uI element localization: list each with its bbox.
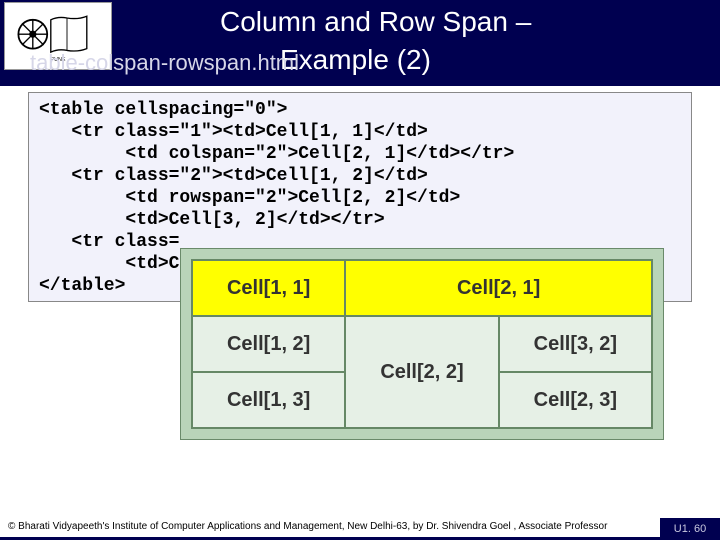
cell-1-1: Cell[1, 1] (192, 260, 345, 316)
cell-1-3: Cell[1, 3] (192, 372, 345, 428)
cell-3-2: Cell[3, 2] (499, 316, 652, 372)
footer-copyright: © Bharati Vidyapeeth's Institute of Comp… (8, 521, 607, 532)
table-row: Cell[1, 2] Cell[2, 2] Cell[3, 2] (192, 316, 652, 372)
cell-2-3: Cell[2, 3] (499, 372, 652, 428)
code-line: <td>Cell[3, 2]</td></tr> (39, 210, 385, 230)
demo-table: Cell[1, 1] Cell[2, 1] Cell[1, 2] Cell[2,… (191, 259, 653, 429)
cell-2-2: Cell[2, 2] (345, 316, 498, 428)
slide-title-line1: Column and Row Span – (220, 6, 531, 38)
code-line: <tr class="1"><td>Cell[1, 1]</td> (39, 122, 428, 142)
code-line: <td>C (39, 254, 179, 274)
example-filename: table-colspan-rowspan.html (30, 50, 299, 76)
code-line: <table cellspacing="0"> (39, 100, 287, 120)
code-line: </table> (39, 276, 125, 296)
code-line: <tr class= (39, 232, 179, 252)
cell-2-1: Cell[2, 1] (345, 260, 652, 316)
header-bar: PUNE Column and Row Span – Example (2) t… (0, 0, 720, 86)
code-line: <td rowspan="2">Cell[2, 2]</td> (39, 188, 460, 208)
slide-title-line2: Example (2) (280, 44, 431, 76)
cell-1-2: Cell[1, 2] (192, 316, 345, 372)
code-line: <td colspan="2">Cell[2, 1]</td></tr> (39, 144, 514, 164)
rendered-table-preview: Cell[1, 1] Cell[2, 1] Cell[1, 2] Cell[2,… (180, 248, 664, 440)
code-line: <tr class="2"><td>Cell[1, 2]</td> (39, 166, 428, 186)
table-row: Cell[1, 1] Cell[2, 1] (192, 260, 652, 316)
slide-number: U1. 60 (660, 518, 720, 540)
